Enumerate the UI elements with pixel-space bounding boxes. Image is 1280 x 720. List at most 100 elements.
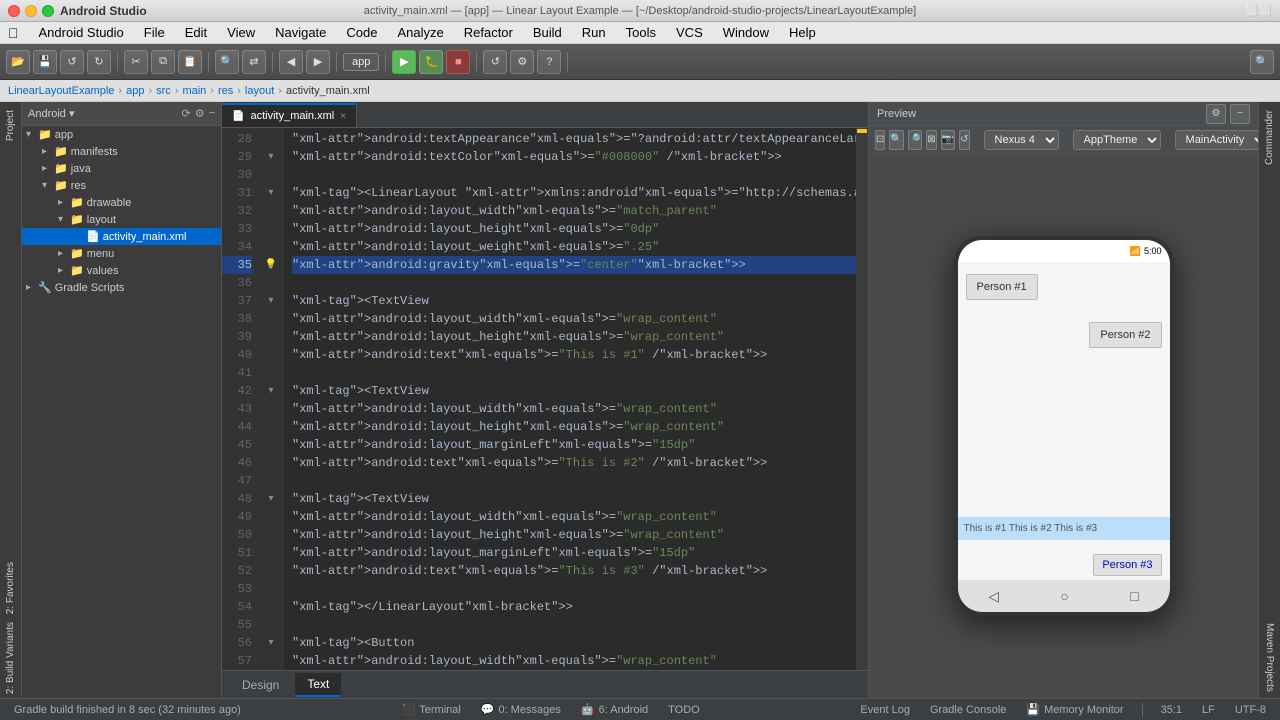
android-icon: 🤖: [581, 703, 595, 716]
status-android[interactable]: 🤖 6: Android: [575, 703, 654, 716]
maven-label[interactable]: Maven Projects: [1262, 617, 1277, 698]
tree-item-drawable[interactable]: ▸ 📁 drawable: [22, 194, 221, 211]
minimize-button[interactable]: [25, 5, 37, 17]
breadcrumb-main[interactable]: main: [182, 85, 206, 97]
preview-refresh[interactable]: ↺: [959, 130, 969, 150]
breadcrumb-app[interactable]: app: [126, 85, 144, 97]
expand-arrow: ▸: [42, 146, 54, 157]
person2-box: Person #2: [1089, 322, 1161, 348]
preview-zoom-in[interactable]: 🔍: [889, 130, 903, 150]
maximize-button[interactable]: [42, 5, 54, 17]
device-selector[interactable]: Nexus 4: [984, 130, 1059, 150]
toolbar-copy[interactable]: ⧉: [151, 50, 175, 74]
tree-item-layout[interactable]: ▾ 📁 layout: [22, 211, 221, 228]
tree-item-activity-main[interactable]: 📄 activity_main.xml: [22, 228, 221, 245]
toolbar-redo[interactable]: ↻: [87, 50, 111, 74]
status-build[interactable]: Gradle build finished in 8 sec (32 minut…: [8, 704, 247, 716]
menu-analyze[interactable]: Analyze: [389, 23, 451, 42]
tab-close-icon[interactable]: ×: [340, 111, 346, 122]
toolbar-help[interactable]: ?: [537, 50, 561, 74]
breadcrumb-project[interactable]: LinearLayoutExample: [8, 85, 114, 97]
code-editor[interactable]: "xml-attr">android:textAppearance"xml-eq…: [284, 128, 856, 670]
build-variants-label[interactable]: 2: Build Variants: [3, 618, 18, 698]
tree-item-values[interactable]: ▸ 📁 values: [22, 262, 221, 279]
menu-view[interactable]: View: [219, 23, 263, 42]
preview-minimize-icon[interactable]: −: [1230, 104, 1250, 124]
project-label[interactable]: Project: [3, 102, 18, 149]
menu-edit[interactable]: Edit: [177, 23, 215, 42]
status-messages[interactable]: 💬 0: Messages: [475, 703, 567, 716]
status-gradle-console[interactable]: Gradle Console: [924, 704, 1012, 716]
toolbar-settings[interactable]: ⚙: [510, 50, 534, 74]
tree-item-manifests[interactable]: ▸ 📁 manifests: [22, 143, 221, 160]
status-todo[interactable]: TODO: [662, 704, 706, 716]
toolbar-cut[interactable]: ✂: [124, 50, 148, 74]
toolbar-sync[interactable]: ↺: [483, 50, 507, 74]
toolbar-sep-7: [567, 52, 568, 72]
breadcrumb-src[interactable]: src: [156, 85, 171, 97]
status-memory-monitor[interactable]: 💾 Memory Monitor: [1020, 703, 1129, 716]
menu-navigate[interactable]: Navigate: [267, 23, 334, 42]
app-name: Android Studio: [60, 4, 147, 18]
commander-label[interactable]: Commander: [1264, 102, 1275, 173]
project-sync-icon[interactable]: ⟳: [181, 107, 190, 120]
preview-zoom-actual[interactable]: ⊠: [926, 130, 936, 150]
menu-android-studio[interactable]: Android Studio: [31, 23, 132, 42]
toolbar-back[interactable]: ◀: [279, 50, 303, 74]
breadcrumb-res[interactable]: res: [218, 85, 233, 97]
toolbar-search2[interactable]: 🔍: [1250, 50, 1274, 74]
menu-run[interactable]: Run: [574, 23, 614, 42]
preview-zoom-out[interactable]: 🔎: [908, 130, 922, 150]
toolbar-search[interactable]: 🔍: [215, 50, 239, 74]
project-settings-icon[interactable]: ⚙: [195, 107, 205, 120]
tree-item-menu[interactable]: ▸ 📁 menu: [22, 245, 221, 262]
menu-code[interactable]: Code: [338, 23, 385, 42]
breadcrumb-sep-5: ›: [237, 85, 241, 97]
menu-file[interactable]: File: [136, 23, 173, 42]
close-button[interactable]: [8, 5, 20, 17]
menu-tools[interactable]: Tools: [618, 23, 664, 42]
tree-item-java[interactable]: ▸ 📁 java: [22, 160, 221, 177]
tree-item-app[interactable]: ▾ 📁 app: [22, 126, 221, 143]
toolbar-stop-btn[interactable]: ■: [446, 50, 470, 74]
home-nav-icon[interactable]: ○: [1060, 588, 1068, 604]
tab-design[interactable]: Design: [230, 673, 291, 697]
recents-nav-icon[interactable]: □: [1130, 588, 1138, 604]
status-encoding[interactable]: UTF-8: [1229, 704, 1272, 716]
bottom-row: This is #1 This is #2 This is #3: [958, 517, 1170, 540]
toolbar-open[interactable]: 📂: [6, 50, 30, 74]
toolbar-undo[interactable]: ↺: [60, 50, 84, 74]
theme-selector[interactable]: AppTheme: [1073, 130, 1161, 150]
editor-tab-activity-main[interactable]: 📄 activity_main.xml ×: [222, 103, 357, 127]
toolbar-debug-btn[interactable]: 🐛: [419, 50, 443, 74]
editor-content[interactable]: 2829303132333435363738394041424344454647…: [222, 128, 868, 670]
favorites-label[interactable]: 2: Favorites: [3, 558, 18, 618]
menu-window[interactable]: Window: [715, 23, 777, 42]
apple-menu[interactable]: : [8, 25, 19, 41]
menu-refactor[interactable]: Refactor: [456, 23, 521, 42]
project-collapse-icon[interactable]: −: [209, 107, 215, 120]
status-terminal[interactable]: ⬛ Terminal: [396, 703, 467, 716]
tree-item-gradle[interactable]: ▸ 🔧 Gradle Scripts: [22, 279, 221, 296]
menu-help[interactable]: Help: [781, 23, 824, 42]
breadcrumb-layout[interactable]: layout: [245, 85, 274, 97]
status-line-sep[interactable]: LF: [1196, 704, 1221, 716]
preview-title: Preview: [877, 108, 916, 120]
app-selector[interactable]: app: [343, 53, 379, 71]
tree-item-res[interactable]: ▾ 📁 res: [22, 177, 221, 194]
toolbar-save[interactable]: 💾: [33, 50, 57, 74]
toolbar-paste[interactable]: 📋: [178, 50, 202, 74]
preview-zoom-fit[interactable]: ⊡: [875, 130, 885, 150]
preview-screenshot[interactable]: 📷: [941, 130, 955, 150]
menu-vcs[interactable]: VCS: [668, 23, 711, 42]
preview-settings-icon[interactable]: ⚙: [1206, 104, 1226, 124]
menu-build[interactable]: Build: [525, 23, 570, 42]
status-event-log[interactable]: Event Log: [854, 704, 916, 716]
toolbar-forward[interactable]: ▶: [306, 50, 330, 74]
activity-selector[interactable]: MainActivity: [1175, 130, 1268, 150]
toolbar-run-btn[interactable]: ▶: [392, 50, 416, 74]
person3-button[interactable]: Person #3: [1093, 554, 1161, 576]
tab-text[interactable]: Text: [295, 673, 341, 697]
toolbar-replace[interactable]: ⇄: [242, 50, 266, 74]
back-nav-icon[interactable]: ◁: [988, 588, 999, 605]
